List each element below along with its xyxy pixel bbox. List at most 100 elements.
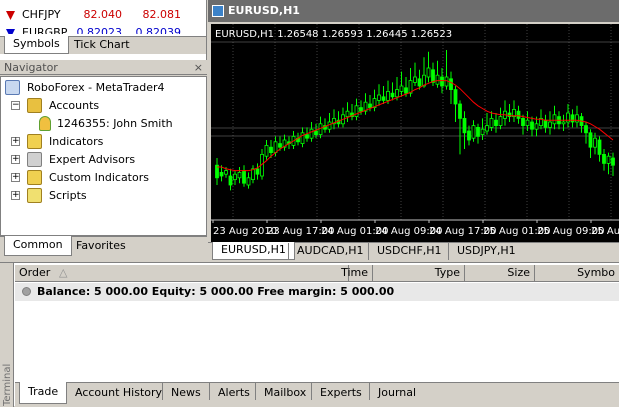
bull-candle: [593, 137, 597, 148]
chart-canvas[interactable]: EURUSD,H1 1.26548 1.26593 1.26445 1.2652…: [211, 24, 619, 242]
bid-price: 0.82023: [76, 26, 123, 34]
tree-root-label: RoboForex - MetaTrader4: [27, 81, 165, 94]
bull-candle: [471, 125, 476, 139]
tab-favorites[interactable]: Favorites: [68, 237, 134, 254]
bull-candle: [246, 177, 251, 186]
bear-candle: [462, 118, 467, 134]
tab-usdchf-h1[interactable]: USDCHF,H1: [368, 243, 450, 260]
column-type[interactable]: Type: [373, 265, 465, 282]
bear-candle: [314, 130, 318, 135]
bear-candle: [269, 146, 273, 153]
bear-candle: [611, 157, 615, 166]
bear-candle: [381, 96, 386, 101]
bear-candle: [453, 89, 458, 105]
bull-candle: [264, 145, 269, 157]
tab-symbols[interactable]: Symbols: [4, 36, 69, 54]
chart-tabs: EURUSD,H1 AUDCAD,H1 USDCHF,H1 USDJPY,H1: [208, 242, 619, 260]
function-icon: [27, 134, 42, 149]
balance-text: Balance: 5 000.00 Equity: 5 000.00 Free …: [37, 285, 395, 298]
bear-candle: [521, 118, 525, 127]
up-arrow-icon: [6, 29, 15, 34]
bear-candle: [417, 78, 422, 87]
bull-candle: [435, 74, 440, 85]
tree-item-label: Accounts: [49, 99, 100, 112]
bear-candle: [359, 107, 363, 112]
tab-journal[interactable]: Journal: [369, 383, 424, 400]
bull-candle: [224, 170, 228, 175]
tab-eurusd-h1[interactable]: EURUSD,H1: [212, 242, 295, 260]
tab-tick-chart[interactable]: Tick Chart: [66, 37, 138, 54]
bear-candle: [255, 168, 260, 175]
bear-candle: [588, 132, 593, 148]
bull-candle: [309, 128, 314, 139]
navigator-titlebar: Navigator ×: [0, 60, 207, 75]
bull-candle: [233, 173, 237, 180]
bull-candle: [300, 132, 305, 145]
bear-candle: [368, 103, 372, 108]
bull-candle: [273, 141, 278, 154]
bear-candle: [228, 175, 233, 186]
bear-candle: [449, 78, 453, 90]
metatrader-icon: [5, 80, 20, 95]
bear-candle: [584, 125, 588, 134]
price-chart[interactable]: EURUSD,H1 1.26548 1.26593 1.26445 1.2652…: [211, 24, 619, 242]
bear-candle: [431, 69, 435, 83]
chart-info-label: EURUSD,H1 1.26548 1.26593 1.26445 1.2652…: [215, 29, 452, 40]
tab-common[interactable]: Common: [4, 236, 72, 256]
expand-icon[interactable]: +: [11, 173, 20, 182]
balance-row[interactable]: Balance: 5 000.00 Equity: 5 000.00 Free …: [15, 283, 619, 301]
bear-candle: [570, 114, 575, 123]
bull-candle: [489, 118, 494, 128]
bull-candle: [399, 85, 404, 92]
tab-audcad-h1[interactable]: AUDCAD,H1: [288, 243, 372, 260]
bull-candle: [251, 168, 255, 181]
bear-candle: [602, 153, 606, 164]
bear-candle: [219, 171, 224, 177]
tab-trade[interactable]: Trade: [19, 382, 68, 404]
column-size[interactable]: Size: [465, 265, 535, 282]
balance-icon: [22, 287, 31, 296]
tab-alerts[interactable]: Alerts: [209, 383, 258, 400]
close-icon[interactable]: ×: [194, 60, 203, 75]
bear-candle: [467, 130, 471, 141]
bull-candle: [548, 121, 552, 128]
expand-icon[interactable]: +: [11, 191, 20, 200]
expand-icon[interactable]: +: [11, 137, 20, 146]
market-watch-row[interactable]: CHFJPY 82.040 82.081: [0, 6, 205, 24]
bull-candle: [413, 76, 417, 83]
chart-window-title: EURUSD,H1: [228, 4, 300, 17]
tab-account-history[interactable]: Account History: [67, 383, 170, 400]
column-symbol[interactable]: Symbo: [535, 265, 619, 282]
column-time[interactable]: Time: [285, 265, 373, 282]
bear-candle: [494, 119, 498, 126]
market-watch-row[interactable]: EURGBP 0.82023 0.82039: [0, 24, 205, 34]
tab-news[interactable]: News: [162, 383, 209, 400]
bull-candle: [377, 94, 381, 101]
navigator-tree: RoboForex - MetaTrader4 − Accounts 12463…: [0, 76, 207, 236]
bear-candle: [242, 170, 246, 184]
tree-item-label: 1246355: John Smith: [57, 117, 173, 130]
tab-usdjpy-h1[interactable]: USDJPY,H1: [448, 243, 524, 260]
tree-item-label: Expert Advisors: [49, 153, 136, 166]
market-watch-tabs: Symbols Tick Chart: [0, 36, 206, 54]
bear-candle: [440, 76, 444, 87]
user-icon: [39, 116, 51, 131]
tab-experts[interactable]: Experts: [311, 383, 370, 400]
symbol-name: CHFJPY: [22, 8, 61, 21]
bid-price: 82.040: [83, 8, 123, 21]
ask-price: 82.081: [142, 8, 182, 21]
tab-mailbox[interactable]: Mailbox: [255, 383, 314, 400]
market-watch-panel: CHFJPY 82.040 82.081 EURGBP 0.82023 0.82…: [0, 0, 207, 60]
bear-candle: [390, 92, 395, 98]
bear-candle: [305, 134, 309, 139]
bear-candle: [404, 87, 408, 94]
collapse-icon[interactable]: −: [11, 101, 20, 110]
bull-candle: [552, 114, 557, 125]
terminal-tabs: Trade Account History News Alerts Mailbo…: [15, 382, 619, 406]
script-icon: [27, 188, 42, 203]
navigator-title: Navigator: [4, 61, 58, 74]
chart-titlebar[interactable]: EURUSD,H1: [208, 0, 619, 22]
expand-icon[interactable]: +: [11, 155, 20, 164]
column-label: Order: [19, 266, 51, 279]
bull-candle: [354, 105, 359, 118]
